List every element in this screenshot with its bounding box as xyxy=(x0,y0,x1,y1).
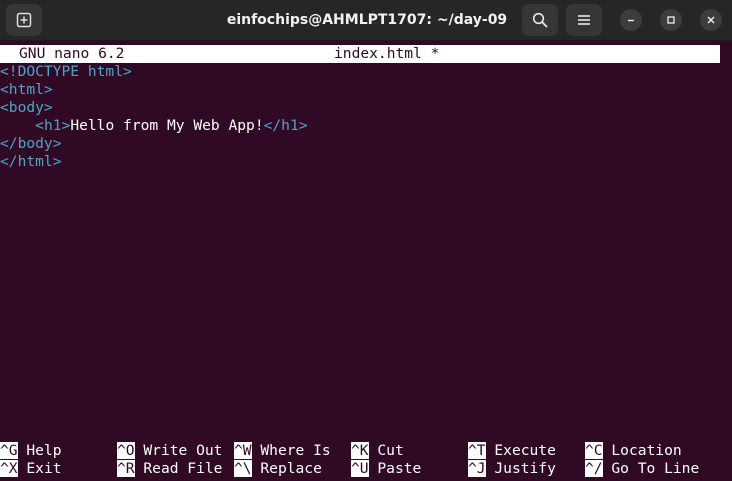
shortcut-go-to-line[interactable]: ^/ Go To Line xyxy=(585,460,699,478)
shortcut-location[interactable]: ^C Location xyxy=(585,442,682,460)
shortcut-key: ^\ xyxy=(234,460,252,477)
editor-line[interactable]: <body> xyxy=(0,99,53,117)
shortcut-replace[interactable]: ^\ Replace xyxy=(234,460,322,478)
shortcut-key: ^U xyxy=(351,460,369,477)
html-tag: </h1> xyxy=(263,117,308,134)
shortcut-key: ^K xyxy=(351,442,369,459)
shortcut-execute[interactable]: ^T Execute xyxy=(468,442,556,460)
file-name: index.html * xyxy=(334,45,440,62)
shortcut-paste[interactable]: ^U Paste xyxy=(351,460,421,478)
terminal-body[interactable]: GNU nano 6.2 index.html * <!DOCTYPE html… xyxy=(0,41,732,481)
maximize-button[interactable] xyxy=(660,9,682,31)
terminal-window: einfochips@AHMLPT1707: ~/day-09 GNU nano… xyxy=(0,0,732,481)
shortcut-key: ^/ xyxy=(585,460,603,477)
shortcut-read-file[interactable]: ^R Read File xyxy=(117,460,222,478)
editor-line[interactable]: <html> xyxy=(0,81,53,99)
shortcut-label: Read File xyxy=(143,460,223,477)
nano-version: GNU nano 6.2 xyxy=(19,45,125,62)
shortcut-label: Write Out xyxy=(143,442,223,459)
html-tag: </body> xyxy=(0,135,62,152)
shortcut-label: Go To Line xyxy=(611,460,700,477)
shortcut-key: ^C xyxy=(585,442,603,459)
window-title: einfochips@AHMLPT1707: ~/day-09 xyxy=(226,12,508,28)
shortcut-key: ^T xyxy=(468,442,486,459)
editor-line[interactable]: <h1>Hello from My Web App!</h1> xyxy=(0,117,308,135)
shortcut-exit[interactable]: ^X Exit xyxy=(0,460,62,478)
shortcut-label: Exit xyxy=(26,460,62,477)
close-button[interactable] xyxy=(700,9,722,31)
shortcut-where-is[interactable]: ^W Where Is xyxy=(234,442,331,460)
shortcut-label: Location xyxy=(611,442,682,459)
shortcut-label: Paste xyxy=(377,460,422,477)
shortcut-key: ^J xyxy=(468,460,486,477)
html-tag: <html> xyxy=(0,81,53,98)
html-tag: <body> xyxy=(0,99,53,116)
shortcut-label: Where Is xyxy=(260,442,331,459)
minimize-button[interactable] xyxy=(620,9,642,31)
shortcut-label: Help xyxy=(26,442,62,459)
shortcut-justify[interactable]: ^J Justify xyxy=(468,460,556,478)
shortcut-help[interactable]: ^G Help xyxy=(0,442,62,460)
shortcut-label: Cut xyxy=(377,442,404,459)
search-icon xyxy=(532,12,548,28)
new-tab-icon xyxy=(16,12,32,28)
editor-line[interactable]: </html> xyxy=(0,153,62,171)
html-tag: <h1> xyxy=(35,117,71,134)
minimize-icon xyxy=(628,19,634,22)
hamburger-menu-icon xyxy=(578,15,590,25)
close-icon xyxy=(707,16,715,24)
shortcut-key: ^R xyxy=(117,460,135,477)
shortcut-key: ^G xyxy=(0,442,18,459)
heading-text: Hello from My Web App! xyxy=(70,117,264,134)
shortcut-key: ^W xyxy=(234,442,252,459)
shortcut-cut[interactable]: ^K Cut xyxy=(351,442,404,460)
shortcut-write-out[interactable]: ^O Write Out xyxy=(117,442,222,460)
editor-line[interactable]: </body> xyxy=(0,135,62,153)
shortcut-label: Execute xyxy=(494,442,556,459)
nano-header-bar: GNU nano 6.2 index.html * xyxy=(0,45,720,63)
search-button[interactable] xyxy=(522,4,558,36)
title-bar: einfochips@AHMLPT1707: ~/day-09 xyxy=(0,0,732,41)
new-tab-button[interactable] xyxy=(6,4,42,36)
editor-line[interactable]: <!DOCTYPE html> xyxy=(0,63,132,81)
shortcut-key: ^X xyxy=(0,460,18,477)
menu-button[interactable] xyxy=(566,4,602,36)
shortcut-label: Replace xyxy=(260,460,322,477)
maximize-icon xyxy=(667,16,675,24)
shortcut-key: ^O xyxy=(117,442,135,459)
html-tag: <!DOCTYPE html> xyxy=(0,63,132,80)
shortcut-label: Justify xyxy=(494,460,556,477)
html-tag: </html> xyxy=(0,153,62,170)
